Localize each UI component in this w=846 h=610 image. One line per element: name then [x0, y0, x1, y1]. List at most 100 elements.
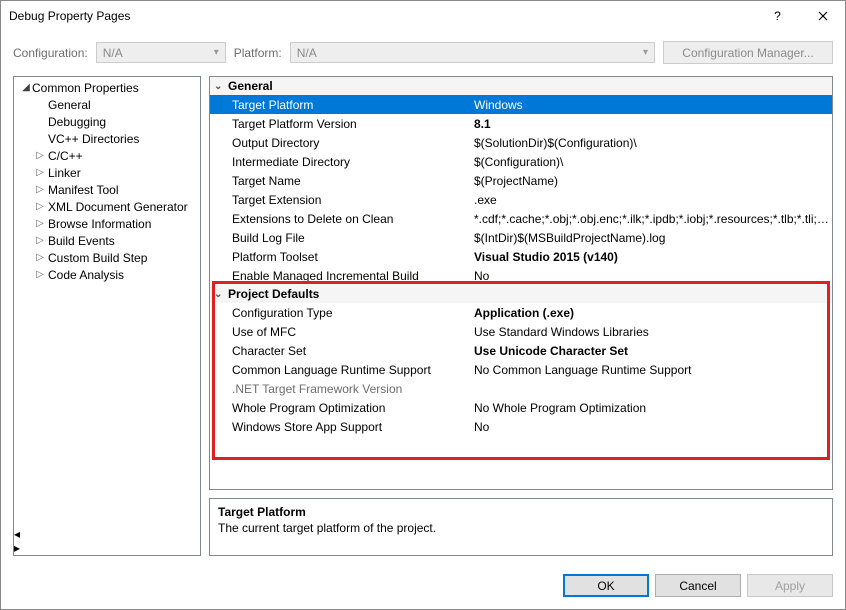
tree-item[interactable]: ▷Manifest Tool — [14, 181, 200, 198]
property-row[interactable]: Extensions to Delete on Clean*.cdf;*.cac… — [210, 209, 832, 228]
apply-button[interactable]: Apply — [747, 574, 833, 597]
chevron-down-icon: ▾ — [214, 47, 219, 58]
property-value[interactable]: Windows — [470, 98, 832, 112]
tree-root[interactable]: ◢ Common Properties — [14, 79, 200, 96]
property-value[interactable]: Use Unicode Character Set — [470, 344, 832, 358]
property-row[interactable]: Intermediate Directory$(Configuration)\ — [210, 152, 832, 171]
property-row[interactable]: Windows Store App SupportNo — [210, 417, 832, 436]
triangle-down-icon[interactable]: ⌄ — [214, 289, 228, 300]
triangle-right-icon[interactable]: ▷ — [34, 167, 46, 178]
property-row[interactable]: Character SetUse Unicode Character Set — [210, 341, 832, 360]
property-value[interactable]: *.cdf;*.cache;*.obj;*.obj.enc;*.ilk;*.ip… — [470, 212, 832, 226]
dialog-buttons: OK Cancel Apply — [1, 566, 845, 609]
triangle-right-icon[interactable]: ▷ — [34, 269, 46, 280]
property-value[interactable]: .exe — [470, 193, 832, 207]
scroll-right-icon[interactable]: ▸ — [14, 541, 200, 555]
close-icon — [818, 11, 828, 21]
property-label: Target Name — [210, 174, 470, 188]
triangle-right-icon[interactable]: ▷ — [34, 252, 46, 263]
tree-item[interactable]: ▷Linker — [14, 164, 200, 181]
property-row[interactable]: Whole Program OptimizationNo Whole Progr… — [210, 398, 832, 417]
property-value[interactable]: $(Configuration)\ — [470, 155, 832, 169]
property-row[interactable]: Configuration TypeApplication (.exe) — [210, 303, 832, 322]
property-label: Whole Program Optimization — [210, 401, 470, 415]
property-label: Windows Store App Support — [210, 420, 470, 434]
configuration-combo: N/A ▾ — [96, 42, 226, 63]
tree-item-label: Build Events — [48, 234, 115, 248]
triangle-right-icon[interactable]: ▷ — [34, 235, 46, 246]
tree-item-label: Browse Information — [48, 217, 151, 231]
triangle-down-icon[interactable]: ⌄ — [214, 81, 228, 92]
property-label: Target Extension — [210, 193, 470, 207]
tree-hscrollbar[interactable]: ◂ ▸ — [14, 527, 200, 555]
property-label: Output Directory — [210, 136, 470, 150]
property-row[interactable]: Use of MFCUse Standard Windows Libraries — [210, 322, 832, 341]
triangle-right-icon[interactable]: ▷ — [34, 150, 46, 161]
property-value[interactable]: No — [470, 269, 832, 283]
property-row[interactable]: Target Platform Version8.1 — [210, 114, 832, 133]
property-row[interactable]: Common Language Runtime SupportNo Common… — [210, 360, 832, 379]
chevron-down-icon: ▾ — [643, 47, 648, 58]
tree-item[interactable]: VC++ Directories — [14, 130, 200, 147]
tree-panel: ◢ Common Properties GeneralDebuggingVC++… — [13, 76, 201, 556]
close-button[interactable] — [800, 1, 845, 31]
tree-item[interactable]: ▷XML Document Generator — [14, 198, 200, 215]
property-row[interactable]: Target Name$(ProjectName) — [210, 171, 832, 190]
tree-item[interactable]: General — [14, 96, 200, 113]
property-value[interactable]: No Common Language Runtime Support — [470, 363, 832, 377]
property-label: Common Language Runtime Support — [210, 363, 470, 377]
property-row[interactable]: Target PlatformWindows — [210, 95, 832, 114]
property-value[interactable]: Application (.exe) — [470, 306, 832, 320]
tree-item-label: Custom Build Step — [48, 251, 147, 265]
triangle-down-icon[interactable]: ◢ — [20, 82, 32, 93]
property-label: Extensions to Delete on Clean — [210, 212, 470, 226]
triangle-right-icon[interactable]: ▷ — [34, 201, 46, 212]
property-row[interactable]: Target Extension.exe — [210, 190, 832, 209]
property-value[interactable]: No — [470, 420, 832, 434]
property-value[interactable]: No Whole Program Optimization — [470, 401, 832, 415]
tree-item[interactable]: ▷Build Events — [14, 232, 200, 249]
cancel-button[interactable]: Cancel — [655, 574, 741, 597]
tree-item-label: Code Analysis — [48, 268, 124, 282]
category-project-defaults[interactable]: ⌄ Project Defaults — [210, 285, 832, 303]
ok-button[interactable]: OK — [563, 574, 649, 597]
property-row[interactable]: Output Directory$(SolutionDir)$(Configur… — [210, 133, 832, 152]
tree-item[interactable]: ▷Browse Information — [14, 215, 200, 232]
property-value[interactable]: Use Standard Windows Libraries — [470, 325, 832, 339]
property-value[interactable]: 8.1 — [470, 117, 832, 131]
property-row[interactable]: Build Log File$(IntDir)$(MSBuildProjectN… — [210, 228, 832, 247]
platform-label: Platform: — [234, 46, 282, 60]
triangle-right-icon[interactable]: ▷ — [34, 184, 46, 195]
property-grid[interactable]: ⌄ General Target PlatformWindowsTarget P… — [209, 76, 833, 490]
configuration-label: Configuration: — [13, 46, 88, 60]
property-label: Target Platform Version — [210, 117, 470, 131]
tree-item[interactable]: ▷Code Analysis — [14, 266, 200, 283]
tree-item[interactable]: ▷C/C++ — [14, 147, 200, 164]
configuration-value: N/A — [103, 46, 123, 60]
tree-item-label: XML Document Generator — [48, 200, 188, 214]
property-label: .NET Target Framework Version — [210, 382, 470, 396]
triangle-right-icon[interactable]: ▷ — [34, 218, 46, 229]
property-label: Use of MFC — [210, 325, 470, 339]
help-button[interactable]: ? — [755, 1, 800, 31]
platform-combo: N/A ▾ — [290, 42, 655, 63]
description-text: The current target platform of the proje… — [218, 521, 824, 535]
scroll-left-icon[interactable]: ◂ — [14, 527, 200, 541]
tree-item[interactable]: ▷Custom Build Step — [14, 249, 200, 266]
category-general[interactable]: ⌄ General — [210, 77, 832, 95]
tree-item-label: General — [48, 98, 91, 112]
property-row[interactable]: Enable Managed Incremental BuildNo — [210, 266, 832, 285]
configuration-manager-button: Configuration Manager... — [663, 41, 833, 64]
platform-value: N/A — [297, 46, 317, 60]
property-label: Build Log File — [210, 231, 470, 245]
property-value[interactable]: $(ProjectName) — [470, 174, 832, 188]
tree-item[interactable]: Debugging — [14, 113, 200, 130]
property-tree[interactable]: ◢ Common Properties GeneralDebuggingVC++… — [14, 77, 200, 527]
property-row[interactable]: Platform ToolsetVisual Studio 2015 (v140… — [210, 247, 832, 266]
tree-item-label: Linker — [48, 166, 81, 180]
property-value[interactable]: Visual Studio 2015 (v140) — [470, 250, 832, 264]
property-value[interactable]: $(IntDir)$(MSBuildProjectName).log — [470, 231, 832, 245]
property-value[interactable]: $(SolutionDir)$(Configuration)\ — [470, 136, 832, 150]
property-row[interactable]: .NET Target Framework Version — [210, 379, 832, 398]
tree-item-label: Manifest Tool — [48, 183, 118, 197]
